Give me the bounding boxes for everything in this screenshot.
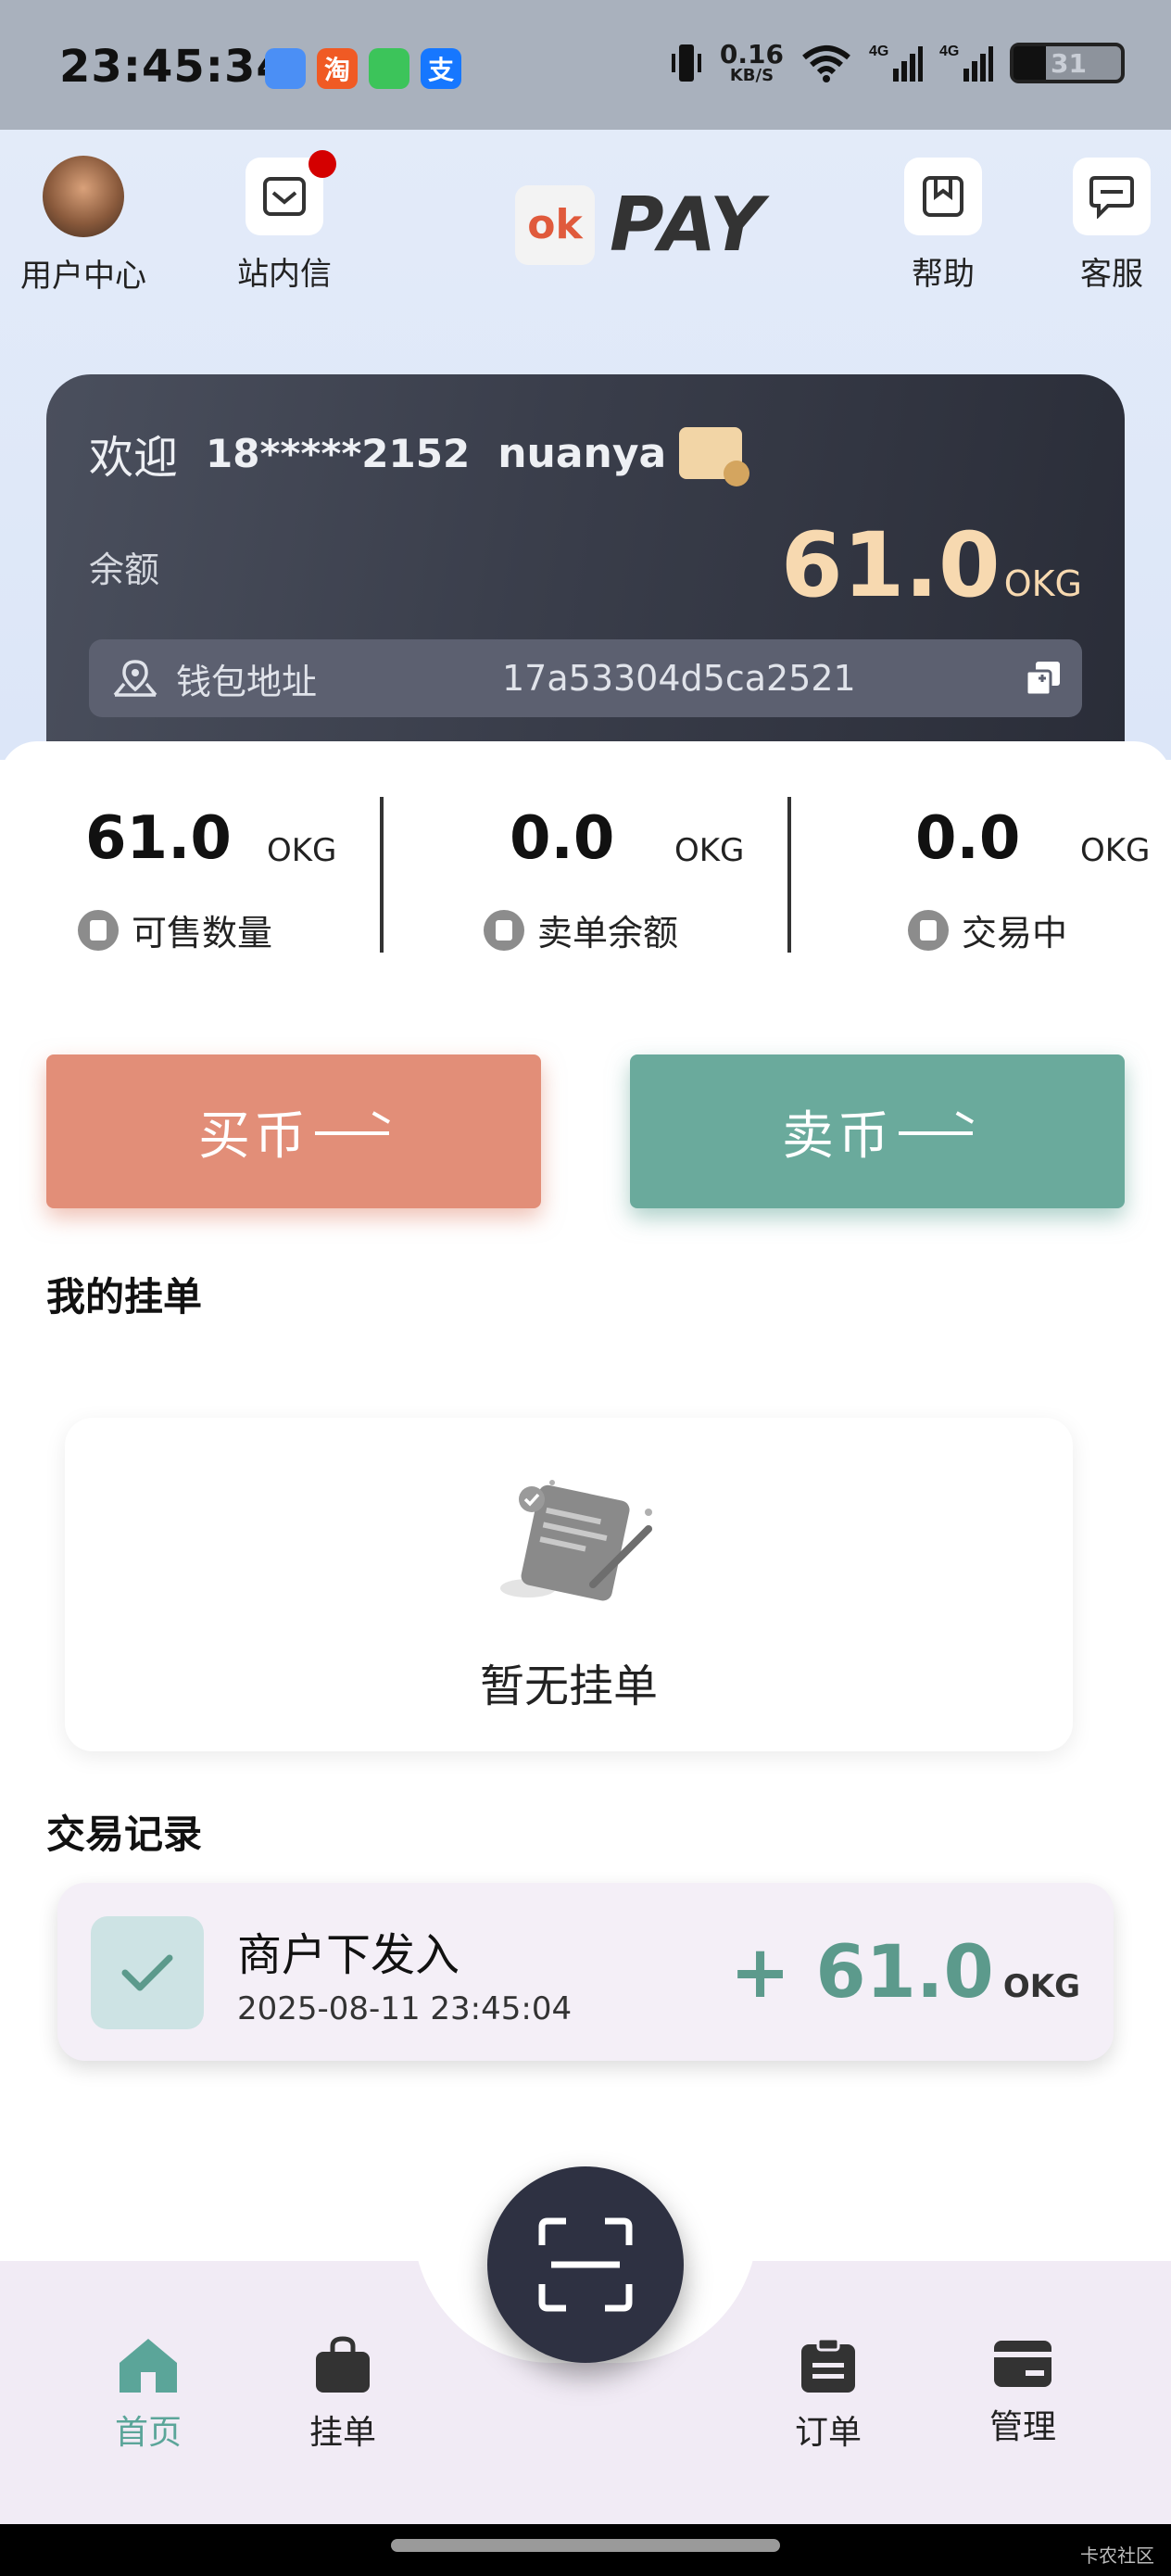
svg-text:4G: 4G: [869, 44, 888, 59]
empty-document-icon: [500, 1480, 652, 1601]
net-speed: 0.16 KB/S: [719, 39, 784, 85]
help-icon-box: [904, 158, 982, 235]
inbox-icon-box: [246, 150, 336, 235]
tab-orders[interactable]: 订单: [754, 2335, 902, 2454]
card-icon: [994, 2341, 1051, 2387]
watermark: 卡农社区: [1080, 2544, 1154, 2567]
scan-icon: [538, 2217, 633, 2312]
status-time: 23:45:34: [59, 41, 288, 93]
balance-value: 61.0 OKG: [780, 513, 1082, 617]
verified-id-icon: [679, 427, 750, 486]
wallet-address-value: 17a53304d5ca2521: [502, 658, 856, 699]
transaction-amount: + 61.0 OKG: [729, 1931, 1080, 2014]
copy-icon[interactable]: [1025, 660, 1062, 697]
alipay-icon: 支: [421, 48, 461, 89]
home-icon: [120, 2339, 177, 2393]
check-icon: [91, 1916, 204, 2029]
transaction-item[interactable]: 商户下发入 2025-08-11 23:45:04 + 61.0 OKG: [57, 1883, 1114, 2061]
tab-home[interactable]: 首页: [74, 2335, 222, 2454]
empty-orders-card: 暂无挂单: [65, 1418, 1073, 1751]
balance-label: 余额: [89, 549, 160, 590]
chat-icon: [1089, 176, 1134, 219]
wallet-address-bar: 钱包地址 17a53304d5ca2521: [89, 639, 1082, 717]
status-bar: 23:45:34 淘 支 0.16 KB/S 4G 4G 31: [0, 0, 1171, 130]
unread-badge: [308, 150, 336, 178]
book-icon: [923, 176, 963, 217]
welcome-row: 欢迎 18*****2152 nuanya: [89, 421, 750, 486]
vibrate-icon: [671, 44, 701, 82]
wallet-card: 欢迎 18*****2152 nuanya 余额 61.0 OKG 钱包地址 1…: [46, 374, 1125, 764]
sell-coin-button[interactable]: 卖币: [630, 1054, 1125, 1208]
messages-icon: [369, 48, 409, 89]
available-icon: [78, 909, 119, 951]
weather-icon: [265, 48, 306, 89]
arrow-right-icon: [315, 1131, 389, 1135]
system-icons: 0.16 KB/S 4G 4G 31: [670, 41, 1125, 85]
service-icon-box: [1073, 158, 1151, 235]
arrow-right-icon: [899, 1131, 973, 1135]
user-phone: 18*****2152: [206, 430, 471, 476]
transaction-time: 2025-08-11 23:45:04: [237, 1990, 573, 2027]
scan-button[interactable]: [487, 2166, 684, 2363]
user-center-button[interactable]: 用户中心: [20, 156, 146, 296]
taobao-icon: 淘: [317, 48, 358, 89]
inbox-button[interactable]: 站内信: [237, 150, 336, 294]
customer-service-button[interactable]: 客服: [1073, 158, 1151, 294]
bag-icon: [316, 2336, 370, 2393]
document-icon: [484, 909, 524, 951]
service-label: 客服: [1080, 256, 1143, 293]
username: nuanya: [497, 429, 667, 477]
avatar: [43, 156, 124, 237]
svg-text:4G: 4G: [939, 44, 959, 59]
status-app-icons: 淘 支: [265, 48, 461, 89]
brand-logo: ok PAY: [515, 182, 765, 268]
inbox-label: 站内信: [237, 256, 332, 293]
transactions-title: 交易记录: [46, 1812, 203, 1857]
battery-icon: 31: [1010, 43, 1125, 83]
trade-icon: [908, 909, 949, 951]
welcome-label: 欢迎: [89, 432, 179, 484]
buy-coin-button[interactable]: 买币: [46, 1054, 541, 1208]
home-indicator[interactable]: [391, 2539, 780, 2552]
help-label: 帮助: [912, 256, 975, 293]
wallet-address-label: 钱包地址: [176, 661, 318, 702]
tab-manage[interactable]: 管理: [949, 2335, 1097, 2448]
stat-divider: [787, 797, 791, 953]
ok-logo-icon: ok: [515, 184, 595, 265]
help-button[interactable]: 帮助: [904, 158, 982, 294]
mail-icon: [263, 177, 306, 216]
user-center-label: 用户中心: [20, 258, 146, 295]
signal-4g-icon: 4G: [869, 44, 923, 82]
brand-text: PAY: [610, 182, 765, 268]
tab-orders-listing[interactable]: 挂单: [269, 2335, 417, 2454]
clipboard-icon: [801, 2337, 855, 2393]
empty-orders-text: 暂无挂单: [479, 1661, 658, 1712]
wifi-icon: [802, 45, 850, 82]
stat-divider: [380, 797, 384, 953]
location-icon: [113, 660, 157, 697]
transaction-title: 商户下发入: [237, 1929, 460, 1981]
my-orders-title: 我的挂单: [46, 1274, 203, 1320]
signal-4g-icon-2: 4G: [939, 44, 993, 82]
